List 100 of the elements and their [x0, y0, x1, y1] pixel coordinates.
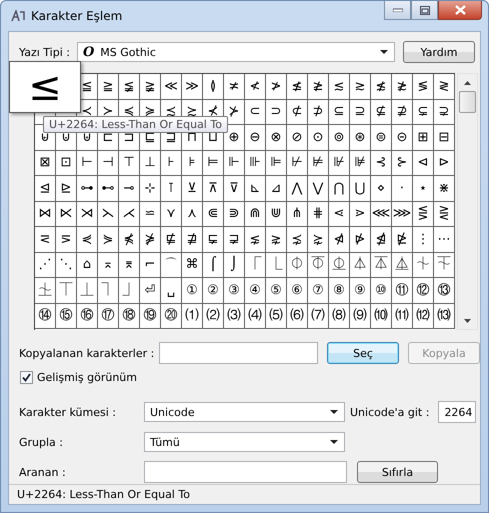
- character-cell[interactable]: ⑺: [308, 304, 329, 329]
- character-cell[interactable]: ⊮: [329, 150, 350, 176]
- character-cell[interactable]: ⑶: [224, 304, 245, 329]
- character-cell[interactable]: ⏅: [392, 252, 413, 278]
- character-cell[interactable]: ⊂: [245, 100, 266, 125]
- character-cell[interactable]: ⊿: [266, 176, 287, 202]
- character-cell[interactable]: ⋛: [434, 202, 455, 227]
- character-cell[interactable]: ≮: [245, 74, 266, 100]
- character-cell[interactable]: ⋎: [161, 202, 182, 227]
- character-cell[interactable]: ⋗: [350, 202, 371, 227]
- character-cell[interactable]: ⋋: [98, 202, 119, 227]
- character-cell[interactable]: ⋍: [140, 202, 161, 227]
- character-cell[interactable]: ⋂: [329, 176, 350, 202]
- character-cell[interactable]: ⊰: [371, 150, 392, 176]
- character-cell[interactable]: ⊽: [224, 176, 245, 202]
- character-cell[interactable]: ⊵: [56, 176, 77, 202]
- character-cell[interactable]: ≯: [266, 74, 287, 100]
- character-cell[interactable]: ⏂: [329, 252, 350, 278]
- character-cell[interactable]: ⋖: [329, 202, 350, 227]
- character-cell[interactable]: ⋈: [35, 202, 56, 227]
- character-cell[interactable]: ⊚: [329, 125, 350, 150]
- character-cell[interactable]: ≪: [161, 74, 182, 100]
- scrollbar-thumb[interactable]: [459, 91, 476, 113]
- character-cell[interactable]: ⑨: [350, 278, 371, 304]
- character-cell[interactable]: ⊦: [161, 150, 182, 176]
- character-cell[interactable]: ④: [245, 278, 266, 304]
- character-cell[interactable]: ⊝: [392, 125, 413, 150]
- character-cell[interactable]: ⏆: [413, 252, 434, 278]
- character-cell[interactable]: ≰: [287, 74, 308, 100]
- character-cell[interactable]: ⊢: [77, 150, 98, 176]
- character-cell[interactable]: ⑾: [392, 304, 413, 329]
- character-cell[interactable]: ⋯: [434, 227, 455, 252]
- character-cell[interactable]: ⊊: [413, 100, 434, 125]
- character-cell[interactable]: ⌂: [77, 252, 98, 278]
- character-cell[interactable]: ⏄: [371, 252, 392, 278]
- character-cell[interactable]: ⏃: [350, 252, 371, 278]
- character-cell[interactable]: ⑥: [287, 278, 308, 304]
- character-cell[interactable]: ⌒: [161, 252, 182, 278]
- character-cell[interactable]: ⊣: [98, 150, 119, 176]
- character-cell[interactable]: ⋕: [308, 202, 329, 227]
- character-cell[interactable]: ⊧: [182, 150, 203, 176]
- character-cell[interactable]: ⋮: [413, 227, 434, 252]
- character-cell[interactable]: ⋅: [392, 176, 413, 202]
- character-cell[interactable]: ≴: [371, 74, 392, 100]
- character-cell[interactable]: ⊖: [245, 125, 266, 150]
- character-cell[interactable]: ⑸: [266, 304, 287, 329]
- character-cell[interactable]: ⊙: [308, 125, 329, 150]
- character-cell[interactable]: ⑲: [140, 304, 161, 329]
- character-cell[interactable]: ⌡: [224, 252, 245, 278]
- character-cell[interactable]: ⊱: [392, 150, 413, 176]
- character-cell[interactable]: ⋣: [182, 227, 203, 252]
- character-cell[interactable]: ⊃: [266, 100, 287, 125]
- character-cell[interactable]: ⏋: [98, 278, 119, 304]
- character-cell[interactable]: ⑽: [371, 304, 392, 329]
- character-cell[interactable]: ⑯: [77, 304, 98, 329]
- character-cell[interactable]: ⊳: [434, 150, 455, 176]
- character-cell[interactable]: ⊲: [413, 150, 434, 176]
- character-cell[interactable]: ⋢: [161, 227, 182, 252]
- character-cell[interactable]: ⋁: [308, 176, 329, 202]
- character-cell[interactable]: ⑼: [350, 304, 371, 329]
- character-cell[interactable]: ⏇: [434, 252, 455, 278]
- character-cell[interactable]: ⊫: [266, 150, 287, 176]
- character-cell[interactable]: ≨: [119, 74, 140, 100]
- character-cell[interactable]: ⑭: [35, 304, 56, 329]
- character-cell[interactable]: ⊶: [77, 176, 98, 202]
- character-cell[interactable]: ≳: [350, 74, 371, 100]
- font-dropdown[interactable]: O MS Gothic: [76, 42, 395, 62]
- copy-field[interactable]: [159, 342, 318, 364]
- reset-button[interactable]: Sıfırla: [357, 461, 438, 483]
- character-cell[interactable]: ⊩: [224, 150, 245, 176]
- character-cell[interactable]: ≬: [203, 74, 224, 100]
- character-cell[interactable]: ⋓: [266, 202, 287, 227]
- character-cell[interactable]: ⋒: [245, 202, 266, 227]
- character-cell[interactable]: ≶: [413, 74, 434, 100]
- character-cell[interactable]: ⊇: [350, 100, 371, 125]
- character-cell[interactable]: ⋩: [308, 227, 329, 252]
- group-dropdown[interactable]: Tümü: [144, 432, 345, 452]
- character-cell[interactable]: ⊻: [182, 176, 203, 202]
- character-cell[interactable]: ①: [182, 278, 203, 304]
- help-button[interactable]: Yardım: [402, 41, 475, 63]
- character-cell[interactable]: ⊞: [413, 125, 434, 150]
- character-cell[interactable]: ⋡: [140, 227, 161, 252]
- character-cell[interactable]: ⊅: [308, 100, 329, 125]
- character-cell[interactable]: ≵: [392, 74, 413, 100]
- character-cell[interactable]: ③: [224, 278, 245, 304]
- character-cell[interactable]: ⊹: [140, 176, 161, 202]
- character-cell[interactable]: ⑴: [182, 304, 203, 329]
- character-cell[interactable]: ⋥: [224, 227, 245, 252]
- character-cell[interactable]: ⊾: [245, 176, 266, 202]
- character-cell[interactable]: ⑬: [434, 278, 455, 304]
- character-cell[interactable]: ⋠: [119, 227, 140, 252]
- character-cell[interactable]: ⊨: [203, 150, 224, 176]
- character-cell[interactable]: ⒀: [434, 304, 455, 329]
- character-cell[interactable]: ⌐: [140, 252, 161, 278]
- character-cell[interactable]: ⑤: [266, 278, 287, 304]
- action-button[interactable]: Seç: [327, 342, 400, 364]
- character-cell[interactable]: ⋭: [392, 227, 413, 252]
- character-cell[interactable]: ⊼: [203, 176, 224, 202]
- character-cell[interactable]: ≧: [98, 74, 119, 100]
- character-cell[interactable]: ⊯: [350, 150, 371, 176]
